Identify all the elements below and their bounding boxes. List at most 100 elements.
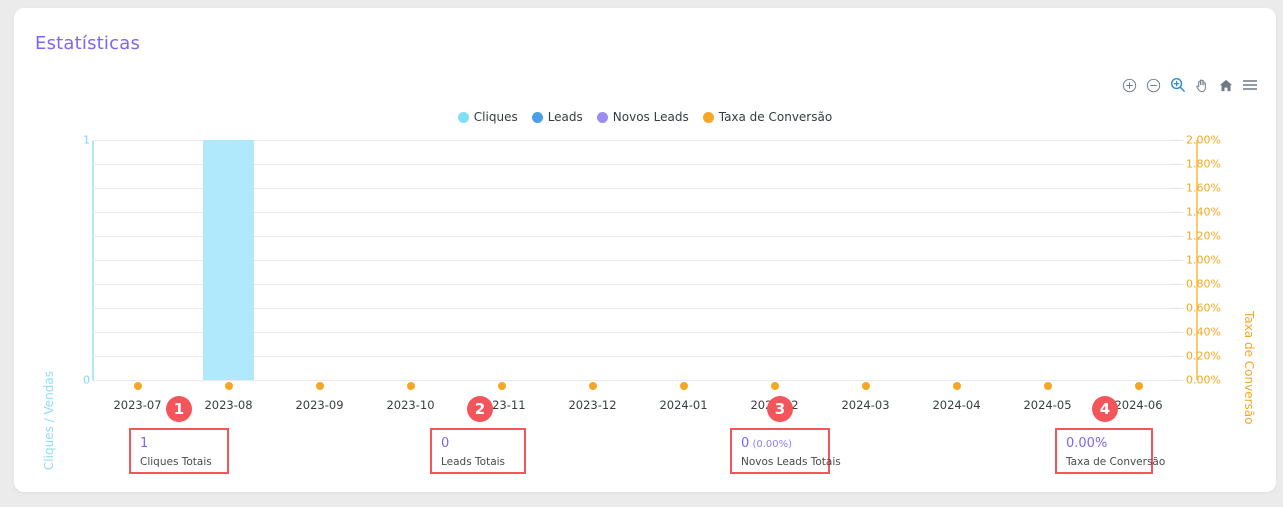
- legend-item[interactable]: Leads: [531, 110, 583, 124]
- legend-label: Leads: [547, 110, 583, 124]
- stat-value: 0.00%: [1066, 436, 1142, 451]
- y2-tick-mark: [1174, 236, 1179, 237]
- gridline: [92, 380, 1184, 381]
- y2-tick-mark: [1174, 284, 1179, 285]
- y2-tick-mark: [1174, 212, 1179, 213]
- chart-toolbar: [1121, 74, 1258, 96]
- statistics-card: Estatísticas Cliques Leads Novos Leads Taxa…: [14, 8, 1276, 492]
- stat-box: 1 Cliques Totais: [129, 428, 229, 474]
- stat-value: 0: [441, 436, 515, 451]
- gridline: [92, 140, 1184, 141]
- y2-tick-mark: [1174, 188, 1179, 189]
- zoom-out-circle-icon: [1146, 78, 1161, 93]
- legend-marker-icon: [702, 111, 714, 123]
- zoom-in-button[interactable]: [1121, 77, 1138, 94]
- data-point-conversion-rate[interactable]: [496, 381, 507, 391]
- y2-tick-mark: [1174, 380, 1179, 381]
- hamburger-menu-icon: [1242, 78, 1258, 92]
- y2-tick-label: 0.00%: [1186, 373, 1221, 387]
- statistics-chart: 2.00% 1.80% 1.60% 1.40% 1.20% 1.00% 0.80% 0.60%…: [14, 126, 1276, 471]
- stat-label: Novos Leads Totais: [741, 456, 841, 469]
- y2-tick-mark: [1174, 164, 1179, 165]
- data-point-conversion-rate[interactable]: [951, 381, 962, 391]
- y2-tick-mark: [1174, 140, 1179, 141]
- gridline: [92, 284, 1184, 285]
- annotation-badge: 4: [1092, 396, 1118, 422]
- chart-legend: Cliques Leads Novos Leads Taxa de Conversão: [14, 110, 1276, 124]
- selection-zoom-button[interactable]: [1169, 77, 1186, 94]
- stat-value-number: 0.00%: [1066, 436, 1108, 451]
- y2-tick-label: 0.20%: [1186, 349, 1221, 363]
- gridline: [92, 188, 1184, 189]
- stat-box: 0.00% Taxa de Conversão: [1055, 428, 1166, 474]
- data-point-conversion-rate[interactable]: [1042, 381, 1053, 391]
- stat-box: 0 Leads Totais: [430, 428, 526, 474]
- annotation-badge: 3: [767, 396, 793, 422]
- data-point-conversion-rate[interactable]: [1133, 381, 1144, 391]
- data-point-conversion-rate[interactable]: [769, 381, 780, 391]
- bar-cliques[interactable]: [203, 140, 254, 380]
- stat-label: Taxa de Conversão: [1066, 456, 1166, 469]
- panning-button[interactable]: [1193, 77, 1210, 94]
- y2-tick-label: 1.80%: [1186, 157, 1221, 171]
- legend-marker-icon: [457, 111, 469, 123]
- stat-value-number: 0: [441, 436, 450, 451]
- y2-tick-label: 0.60%: [1186, 301, 1221, 315]
- y1-tick-label: 0: [83, 373, 90, 387]
- data-point-conversion-rate[interactable]: [678, 381, 689, 391]
- stat-value: 1: [140, 436, 218, 451]
- annotation-badge: 2: [467, 396, 493, 422]
- y2-tick-label: 1.40%: [1186, 205, 1221, 219]
- y2-tick-mark: [1174, 260, 1179, 261]
- gridline: [92, 164, 1184, 165]
- gridline: [92, 332, 1184, 333]
- y2-tick-label: 0.40%: [1186, 325, 1221, 339]
- gridline: [92, 260, 1184, 261]
- data-point-conversion-rate[interactable]: [405, 381, 416, 391]
- gridline: [92, 212, 1184, 213]
- annotation-badge: 1: [166, 396, 192, 422]
- zoom-out-button[interactable]: [1145, 77, 1162, 94]
- legend-label: Taxa de Conversão: [718, 110, 833, 124]
- stat-box: 0 (0.00%) Novos Leads Totais: [730, 428, 841, 474]
- y2-tick-label: 0.80%: [1186, 277, 1221, 291]
- data-point-conversion-rate[interactable]: [223, 381, 234, 391]
- page-background: Estatísticas Cliques Leads Novos Leads Taxa…: [0, 0, 1283, 507]
- stat-label: Cliques Totais: [140, 456, 212, 469]
- y2-tick-label: 1.00%: [1186, 253, 1221, 267]
- legend-item[interactable]: Novos Leads: [596, 110, 689, 124]
- legend-marker-icon: [531, 111, 543, 123]
- data-point-conversion-rate[interactable]: [314, 381, 325, 391]
- stat-value-percent: (0.00%): [749, 439, 793, 450]
- stat-label: Leads Totais: [441, 456, 506, 469]
- y2-tick-mark: [1174, 332, 1179, 333]
- data-point-conversion-rate[interactable]: [132, 381, 143, 391]
- stat-value: 0 (0.00%): [741, 436, 819, 451]
- y2-tick-label: 2.00%: [1186, 133, 1221, 147]
- home-icon: [1218, 78, 1234, 93]
- gridline: [92, 236, 1184, 237]
- selection-zoom-icon: [1170, 77, 1186, 93]
- y2-tick-label: 1.20%: [1186, 229, 1221, 243]
- plot-area: 2.00% 1.80% 1.60% 1.40% 1.20% 1.00% 0.80% 0.60%…: [78, 134, 1221, 413]
- data-point-conversion-rate[interactable]: [587, 381, 598, 391]
- gridline: [92, 356, 1184, 357]
- y1-tick-label: 1: [83, 133, 90, 147]
- y2-tick-mark: [1174, 356, 1179, 357]
- annotation-row: 1 1 Cliques Totais 2 0 Leads Totais 3 0 (0.00%)…: [14, 396, 1276, 492]
- data-point-conversion-rate[interactable]: [860, 381, 871, 391]
- gridline: [92, 308, 1184, 309]
- zoom-in-circle-icon: [1122, 78, 1137, 93]
- page-title: Estatísticas: [35, 33, 141, 54]
- stat-value-number: 1: [140, 436, 149, 451]
- legend-label: Novos Leads: [612, 110, 689, 124]
- legend-item[interactable]: Cliques: [457, 110, 518, 124]
- pan-hand-icon: [1194, 78, 1209, 93]
- reset-zoom-button[interactable]: [1217, 77, 1234, 94]
- y2-tick-mark: [1174, 308, 1179, 309]
- menu-button[interactable]: [1241, 77, 1258, 94]
- legend-label: Cliques: [473, 110, 518, 124]
- y2-tick-label: 1.60%: [1186, 181, 1221, 195]
- legend-item[interactable]: Taxa de Conversão: [702, 110, 833, 124]
- legend-marker-icon: [596, 111, 608, 123]
